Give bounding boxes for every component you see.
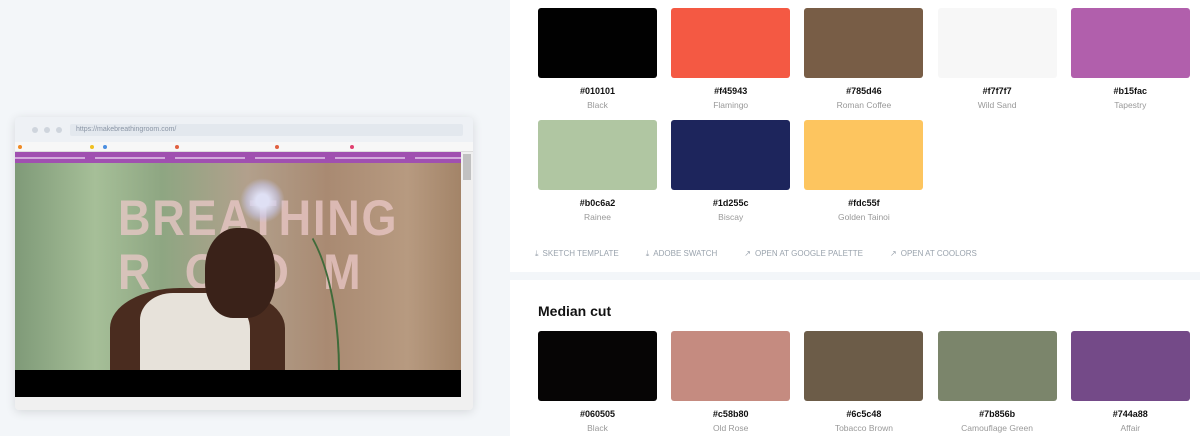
color-swatch[interactable] <box>671 8 791 78</box>
download-icon: ⤓ <box>645 249 650 258</box>
color-name: Roman Coffee <box>836 100 892 110</box>
external-link-icon: ↗ <box>744 249 751 258</box>
color-name: Tobacco Brown <box>834 423 893 433</box>
color-hex: #060505 <box>579 409 616 419</box>
palette-actions: ⤓ SKETCH TEMPLATE ⤓ ADOBE SWATCH ↗ OPEN AT GO… <box>535 249 977 259</box>
color-name: Flamingo <box>713 100 749 110</box>
color-swatch[interactable] <box>804 331 924 401</box>
window-controls <box>32 127 62 133</box>
bookmarks-bar <box>15 142 473 152</box>
preview-panel: https://makebreathingroom.com/ BREATHING… <box>0 0 510 436</box>
color-card[interactable]: #1d255c Biscay <box>671 120 791 222</box>
color-hex: #b0c6a2 <box>579 198 616 208</box>
color-card[interactable]: #6c5c48 Tobacco Brown <box>804 331 924 433</box>
color-name: Old Rose <box>712 423 749 433</box>
color-name: Golden Tainoi <box>837 212 890 222</box>
color-swatch[interactable] <box>937 331 1057 401</box>
color-swatch[interactable] <box>538 8 657 78</box>
color-card[interactable]: #010101 Black <box>538 8 657 110</box>
action-open-at-coolors[interactable]: ↗ OPEN AT COOLORS <box>890 249 977 259</box>
url-bar: https://makebreathingroom.com/ <box>70 124 463 136</box>
color-card[interactable]: #fdc55f Golden Tainoi <box>804 120 924 222</box>
color-card[interactable]: #f7f7f7 Wild Sand <box>937 8 1057 110</box>
color-hex: #6c5c48 <box>846 409 882 419</box>
color-hex: #f7f7f7 <box>982 86 1012 96</box>
color-hex: #1d255c <box>712 198 749 208</box>
color-name: Biscay <box>718 212 744 222</box>
color-hex: #c58b80 <box>712 409 749 419</box>
color-card[interactable]: #c58b80 Old Rose <box>671 331 791 433</box>
color-card[interactable]: #f45943 Flamingo <box>671 8 791 110</box>
horizontal-scrollbar[interactable] <box>15 397 473 410</box>
black-band <box>15 370 461 397</box>
color-hex: #785d46 <box>846 86 882 96</box>
color-hex: #b15fac <box>1113 86 1148 96</box>
person <box>110 228 285 370</box>
section-divider <box>510 272 1200 280</box>
median-cut-title: Median cut <box>538 303 612 319</box>
color-name: Tapestry <box>1114 100 1147 110</box>
color-swatch[interactable] <box>1070 331 1190 401</box>
external-link-icon: ↗ <box>890 249 897 258</box>
color-swatch[interactable] <box>937 8 1057 78</box>
color-card[interactable]: #b0c6a2 Rainee <box>538 120 657 222</box>
color-swatch[interactable] <box>804 120 924 190</box>
flower <box>240 178 285 223</box>
color-name: Camouflage Green <box>961 423 1033 433</box>
color-swatch[interactable] <box>538 120 657 190</box>
vertical-scrollbar[interactable] <box>461 152 473 397</box>
color-name: Black <box>587 423 608 433</box>
color-hex: #7b856b <box>979 409 1016 419</box>
action-open-at-google-palette[interactable]: ↗ OPEN AT GOOGLE PALETTE <box>744 249 863 259</box>
download-icon: ⤓ <box>535 249 539 258</box>
color-hex: #f45943 <box>714 86 748 96</box>
color-swatch[interactable] <box>671 331 791 401</box>
color-name: Black <box>587 100 608 110</box>
marquee-banner <box>15 152 461 163</box>
hero-photo: BREATHINGROOM <box>15 163 461 370</box>
color-hex: #fdc55f <box>848 198 880 208</box>
color-hex: #010101 <box>579 86 616 96</box>
color-swatch[interactable] <box>804 8 924 78</box>
browser-screenshot: https://makebreathingroom.com/ BREATHING… <box>15 117 473 410</box>
color-swatch[interactable] <box>671 120 791 190</box>
color-name: Affair <box>1120 423 1141 433</box>
color-swatch[interactable] <box>538 331 657 401</box>
color-card[interactable]: #b15fac Tapestry <box>1070 8 1190 110</box>
color-swatch[interactable] <box>1070 8 1190 78</box>
color-name: Rainee <box>584 212 611 222</box>
color-card[interactable]: #744a88 Affair <box>1070 331 1190 433</box>
color-card[interactable]: #060505 Black <box>538 331 657 433</box>
color-hex: #744a88 <box>1112 409 1148 419</box>
color-name: Wild Sand <box>977 100 1017 110</box>
action-sketch-template[interactable]: ⤓ SKETCH TEMPLATE <box>535 249 619 259</box>
action-adobe-swatch[interactable]: ⤓ ADOBE SWATCH <box>646 249 718 259</box>
color-card[interactable]: #785d46 Roman Coffee <box>804 8 924 110</box>
color-card[interactable]: #7b856b Camouflage Green <box>937 331 1057 433</box>
